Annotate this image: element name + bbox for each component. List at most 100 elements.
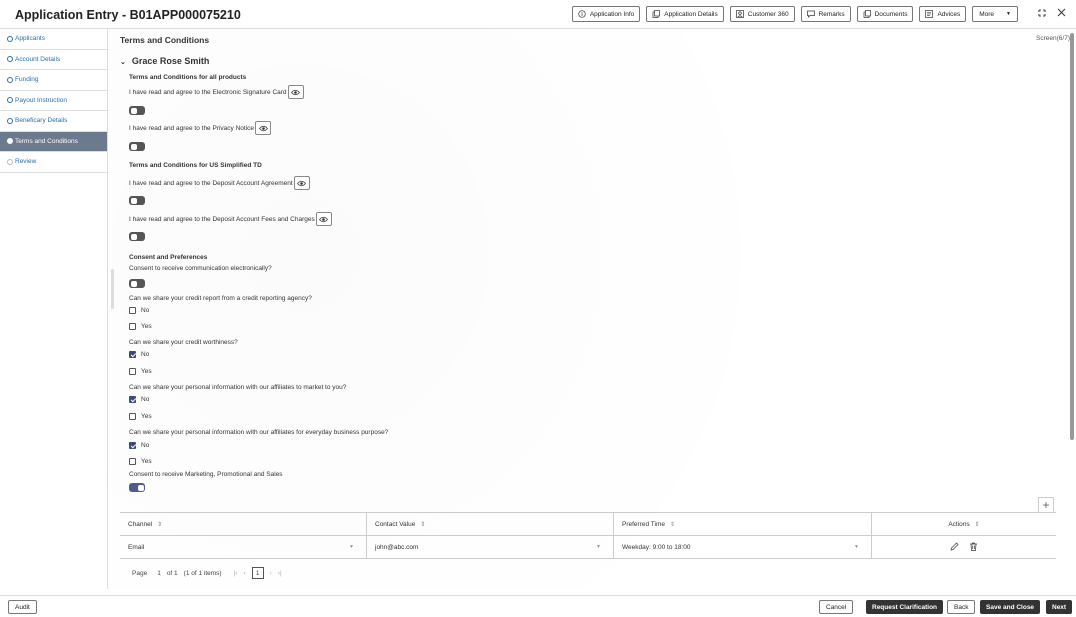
deposit-toggle[interactable] xyxy=(129,196,145,205)
header-toolbar: Application Info Application Details Cus… xyxy=(571,6,1018,22)
caret-down-icon: ▼ xyxy=(1006,11,1011,17)
agree-deposit-row: I have read and agree to the Deposit Acc… xyxy=(129,176,310,190)
cancel-button[interactable]: Cancel xyxy=(819,600,854,614)
affiliates-market-no-option[interactable]: No xyxy=(129,396,149,403)
eye-icon xyxy=(297,180,307,186)
option-label: No xyxy=(141,442,150,449)
affiliates-business-yes-option[interactable]: Yes xyxy=(129,458,152,465)
credit-report-no-option[interactable]: No xyxy=(129,307,149,314)
last-page-icon[interactable]: ›| xyxy=(278,570,282,577)
question-affiliates-market: Can we share your personal information w… xyxy=(129,384,347,391)
section-title: Terms and Conditions xyxy=(120,35,210,45)
close-icon[interactable] xyxy=(1057,8,1066,21)
channel-select[interactable]: Email ▼ xyxy=(120,536,367,558)
application-info-button[interactable]: Application Info xyxy=(571,6,641,22)
advices-button[interactable]: Advices xyxy=(919,6,967,22)
sidebar-item-review[interactable]: Review xyxy=(0,152,107,173)
table-header-row: Channel ⇕ Contact Value ⇕ Preferred Time ⇕ … xyxy=(120,513,1056,536)
view-deposit-button[interactable] xyxy=(293,176,310,190)
vertical-scrollbar[interactable] xyxy=(1070,33,1074,440)
chevron-down-icon: ⌄ xyxy=(120,59,126,66)
marketing-consent-toggle[interactable] xyxy=(129,483,145,492)
affiliates-business-no-option[interactable]: No xyxy=(129,442,149,449)
customer-360-button[interactable]: Customer 360 xyxy=(729,6,795,22)
column-header-contact-value[interactable]: Contact Value ⇕ xyxy=(367,513,614,535)
checkbox[interactable] xyxy=(129,323,136,330)
customer-icon xyxy=(735,10,744,18)
prev-page-icon[interactable]: ‹ xyxy=(243,570,245,577)
contact-value-select[interactable]: john@abc.com ▼ xyxy=(367,536,614,558)
column-header-preferred-time[interactable]: Preferred Time ⇕ xyxy=(614,513,872,535)
add-row-button[interactable]: + xyxy=(1038,497,1054,513)
sidebar-item-label: Beneficary Details xyxy=(15,117,68,125)
sort-icon: ⇕ xyxy=(157,521,163,528)
edit-icon[interactable] xyxy=(950,542,959,553)
current-page-button[interactable]: 1 xyxy=(251,567,264,579)
checkbox[interactable] xyxy=(129,368,136,375)
privacy-toggle[interactable] xyxy=(129,142,145,151)
sidebar-item-terms-and-conditions[interactable]: Terms and Conditions xyxy=(0,131,107,152)
advice-icon xyxy=(925,10,934,18)
checkbox[interactable] xyxy=(129,307,136,314)
applicant-header[interactable]: ⌄ Grace Rose Smith xyxy=(120,56,209,66)
save-and-close-button[interactable]: Save and Close xyxy=(980,600,1041,614)
documents-label: Documents xyxy=(874,10,908,18)
option-label: Yes xyxy=(141,323,152,330)
more-dropdown[interactable]: More ▼ xyxy=(972,6,1018,22)
checkbox[interactable] xyxy=(129,413,136,420)
step-dot-icon xyxy=(7,117,13,124)
fees-toggle[interactable] xyxy=(129,232,145,241)
credit-worth-yes-option[interactable]: Yes xyxy=(129,368,152,375)
documents-button[interactable]: Documents xyxy=(856,6,914,22)
application-details-button[interactable]: Application Details xyxy=(646,6,724,22)
comment-icon xyxy=(806,10,815,18)
plus-icon: + xyxy=(1042,498,1050,512)
view-privacy-button[interactable] xyxy=(255,121,272,135)
column-header-label: Contact Value xyxy=(375,520,416,528)
maximize-icon[interactable] xyxy=(1037,8,1047,21)
page-title: Application Entry - B01APP000075210 xyxy=(15,8,241,22)
column-header-actions[interactable]: Actions ⇕ xyxy=(872,513,1056,535)
view-fees-button[interactable] xyxy=(315,212,332,226)
question-credit-worthiness: Can we share your credit worthiness? xyxy=(129,339,238,346)
sidebar-item-account-details[interactable]: Account Details xyxy=(0,50,107,70)
remarks-button[interactable]: Remarks xyxy=(800,6,851,22)
sidebar-item-payout-instruction[interactable]: Payout Instruction xyxy=(0,91,107,111)
agree-esign-label: I have read and agree to the Electronic … xyxy=(129,88,287,96)
checkbox[interactable] xyxy=(129,458,136,465)
affiliates-market-yes-option[interactable]: Yes xyxy=(129,413,152,420)
agree-esign-row: I have read and agree to the Electronic … xyxy=(129,85,304,99)
next-page-icon[interactable]: › xyxy=(270,570,272,577)
resize-handle[interactable] xyxy=(111,269,114,309)
credit-report-yes-option[interactable]: Yes xyxy=(129,323,152,330)
view-esign-button[interactable] xyxy=(287,85,304,99)
esign-toggle[interactable] xyxy=(129,106,145,115)
application-info-label: Application Info xyxy=(589,10,635,18)
preferred-time-select[interactable]: Weekday: 9:00 to 18:00 ▼ xyxy=(614,536,872,558)
sidebar-item-funding[interactable]: Funding xyxy=(0,70,107,91)
checkbox[interactable] xyxy=(129,351,136,358)
question-credit-report: Can we share your credit report from a c… xyxy=(129,295,312,302)
contact-value: john@abc.com xyxy=(375,543,419,551)
sort-icon: ⇕ xyxy=(420,521,426,528)
column-header-channel[interactable]: Channel ⇕ xyxy=(120,513,367,535)
request-clarification-button[interactable]: Request Clarification xyxy=(866,600,944,614)
application-details-label: Application Details xyxy=(664,10,718,18)
info-icon xyxy=(578,10,586,18)
column-header-label: Preferred Time xyxy=(622,520,665,528)
next-button[interactable]: Next xyxy=(1046,600,1073,614)
audit-button[interactable]: Audit xyxy=(8,600,37,614)
back-button[interactable]: Back xyxy=(947,600,976,614)
sidebar-item-label: Payout Instruction xyxy=(15,96,68,104)
more-label: More xyxy=(979,10,995,18)
credit-worth-no-option[interactable]: No xyxy=(129,351,149,358)
checkbox[interactable] xyxy=(129,442,136,449)
sidebar-item-beneficary-details[interactable]: Beneficary Details xyxy=(0,111,107,132)
checkbox[interactable] xyxy=(129,396,136,403)
sidebar-item-label: Terms and Conditions xyxy=(15,137,78,145)
electronic-consent-toggle[interactable] xyxy=(129,279,145,288)
delete-icon[interactable] xyxy=(969,542,978,553)
step-dot-icon xyxy=(7,138,13,145)
first-page-icon[interactable]: |‹ xyxy=(234,570,238,577)
sidebar-item-applicants[interactable]: Applicants xyxy=(0,29,107,50)
